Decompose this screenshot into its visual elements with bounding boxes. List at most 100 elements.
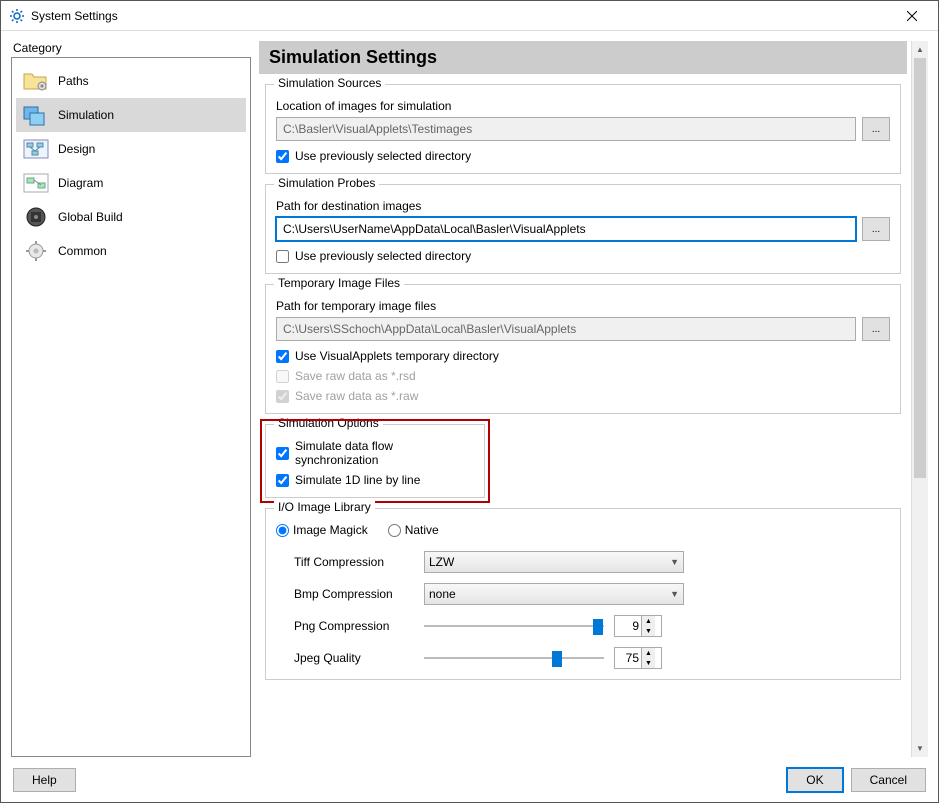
folder-icon — [20, 67, 52, 95]
checkbox-save-raw-input — [276, 390, 289, 403]
design-icon — [20, 135, 52, 163]
scroll-up-icon[interactable]: ▲ — [912, 41, 928, 58]
checkbox-use-va-temp[interactable]: Use VisualApplets temporary directory — [276, 349, 890, 363]
category-label-paths: Paths — [58, 74, 89, 88]
category-label-simulation: Simulation — [58, 108, 114, 122]
chip-icon — [20, 203, 52, 231]
browse-temp-button[interactable]: ... — [862, 317, 890, 341]
scrollbar-thumb[interactable] — [914, 58, 926, 478]
checkbox-save-raw-label: Save raw data as *.raw — [295, 389, 418, 403]
category-label-design: Design — [58, 142, 95, 156]
titlebar: System Settings — [1, 1, 938, 31]
browse-sources-button[interactable]: ... — [862, 117, 890, 141]
checkbox-sim-line-label: Simulate 1D line by line — [295, 473, 420, 487]
category-item-simulation[interactable]: Simulation — [16, 98, 246, 132]
group-title-sources: Simulation Sources — [274, 76, 385, 90]
ok-button[interactable]: OK — [787, 768, 842, 792]
checkbox-sim-sync-input[interactable] — [276, 447, 289, 460]
slider-png-thumb[interactable] — [593, 619, 603, 635]
gear-icon — [9, 8, 25, 24]
category-label-diagram: Diagram — [58, 176, 103, 190]
category-item-common[interactable]: Common — [16, 234, 246, 268]
checkbox-save-raw: Save raw data as *.raw — [276, 389, 890, 403]
select-bmp[interactable]: none ▼ — [424, 583, 684, 605]
radio-native[interactable]: Native — [388, 523, 439, 537]
chevron-down-icon: ▼ — [670, 589, 679, 599]
category-label-common: Common — [58, 244, 107, 258]
spinner-jpeg[interactable]: ▲▼ — [614, 647, 662, 669]
browse-probes-button[interactable]: ... — [862, 217, 890, 241]
spinner-png-down[interactable]: ▼ — [641, 626, 655, 636]
spinner-jpeg-down[interactable]: ▼ — [641, 658, 655, 668]
page-title: Simulation Settings — [259, 41, 907, 74]
checkbox-sources-use-prev-label: Use previously selected directory — [295, 149, 471, 163]
label-probes-path: Path for destination images — [276, 199, 890, 213]
checkbox-save-rsd: Save raw data as *.rsd — [276, 369, 890, 383]
select-tiff-value: LZW — [429, 555, 454, 569]
common-gear-icon — [20, 237, 52, 265]
label-jpeg: Jpeg Quality — [294, 651, 414, 665]
simulation-icon — [20, 101, 52, 129]
group-title-probes: Simulation Probes — [274, 176, 379, 190]
checkbox-probes-use-prev-input[interactable] — [276, 250, 289, 263]
chevron-down-icon: ▼ — [670, 557, 679, 567]
group-temp-files: Temporary Image Files Path for temporary… — [265, 284, 901, 414]
spinner-png-value[interactable] — [615, 619, 641, 633]
checkbox-save-rsd-input — [276, 370, 289, 383]
radio-native-input[interactable] — [388, 524, 401, 537]
diagram-icon — [20, 169, 52, 197]
checkbox-use-va-temp-label: Use VisualApplets temporary directory — [295, 349, 499, 363]
checkbox-sim-line[interactable]: Simulate 1D line by line — [276, 473, 474, 487]
label-tiff: Tiff Compression — [294, 555, 414, 569]
input-temp-path[interactable] — [276, 317, 856, 341]
input-sources-path[interactable] — [276, 117, 856, 141]
checkbox-use-va-temp-input[interactable] — [276, 350, 289, 363]
settings-panel: Simulation Settings Simulation Sources L… — [259, 41, 909, 757]
checkbox-sources-use-prev[interactable]: Use previously selected directory — [276, 149, 890, 163]
group-title-options: Simulation Options — [274, 416, 383, 430]
window-title: System Settings — [31, 9, 894, 23]
select-tiff[interactable]: LZW ▼ — [424, 551, 684, 573]
radio-image-magick-label: Image Magick — [293, 523, 368, 537]
slider-png[interactable] — [424, 616, 604, 636]
spinner-png[interactable]: ▲▼ — [614, 615, 662, 637]
radio-image-magick[interactable]: Image Magick — [276, 523, 368, 537]
checkbox-save-rsd-label: Save raw data as *.rsd — [295, 369, 416, 383]
label-png: Png Compression — [294, 619, 414, 633]
slider-jpeg-thumb[interactable] — [552, 651, 562, 667]
category-label-global-build: Global Build — [58, 210, 123, 224]
system-settings-window: System Settings Category Paths Simulati — [0, 0, 939, 803]
checkbox-sim-line-input[interactable] — [276, 474, 289, 487]
group-title-temp: Temporary Image Files — [274, 276, 404, 290]
spinner-jpeg-value[interactable] — [615, 651, 641, 665]
group-simulation-options: Simulation Options Simulate data flow sy… — [265, 424, 485, 498]
radio-image-magick-input[interactable] — [276, 524, 289, 537]
group-simulation-probes: Simulation Probes Path for destination i… — [265, 184, 901, 274]
checkbox-probes-use-prev[interactable]: Use previously selected directory — [276, 249, 890, 263]
select-bmp-value: none — [429, 587, 456, 601]
category-item-paths[interactable]: Paths — [16, 64, 246, 98]
checkbox-probes-use-prev-label: Use previously selected directory — [295, 249, 471, 263]
cancel-button[interactable]: Cancel — [851, 768, 926, 792]
input-probes-path[interactable] — [276, 217, 856, 241]
label-temp-path: Path for temporary image files — [276, 299, 890, 313]
spinner-jpeg-up[interactable]: ▲ — [641, 648, 655, 658]
help-button[interactable]: Help — [13, 768, 76, 792]
category-item-diagram[interactable]: Diagram — [16, 166, 246, 200]
group-simulation-sources: Simulation Sources Location of images fo… — [265, 84, 901, 174]
label-sources-path: Location of images for simulation — [276, 99, 890, 113]
scroll-down-icon[interactable]: ▼ — [912, 740, 928, 757]
slider-jpeg[interactable] — [424, 648, 604, 668]
category-label: Category — [11, 41, 251, 55]
label-bmp: Bmp Compression — [294, 587, 414, 601]
group-title-iolib: I/O Image Library — [274, 500, 375, 514]
close-button[interactable] — [894, 2, 930, 30]
checkbox-sim-sync[interactable]: Simulate data flow synchronization — [276, 439, 474, 467]
category-item-global-build[interactable]: Global Build — [16, 200, 246, 234]
checkbox-sim-sync-label: Simulate data flow synchronization — [295, 439, 474, 467]
category-tree: Paths Simulation Design Diagram — [11, 57, 251, 757]
checkbox-sources-use-prev-input[interactable] — [276, 150, 289, 163]
category-item-design[interactable]: Design — [16, 132, 246, 166]
spinner-png-up[interactable]: ▲ — [641, 616, 655, 626]
vertical-scrollbar[interactable]: ▲ ▼ — [911, 41, 928, 757]
